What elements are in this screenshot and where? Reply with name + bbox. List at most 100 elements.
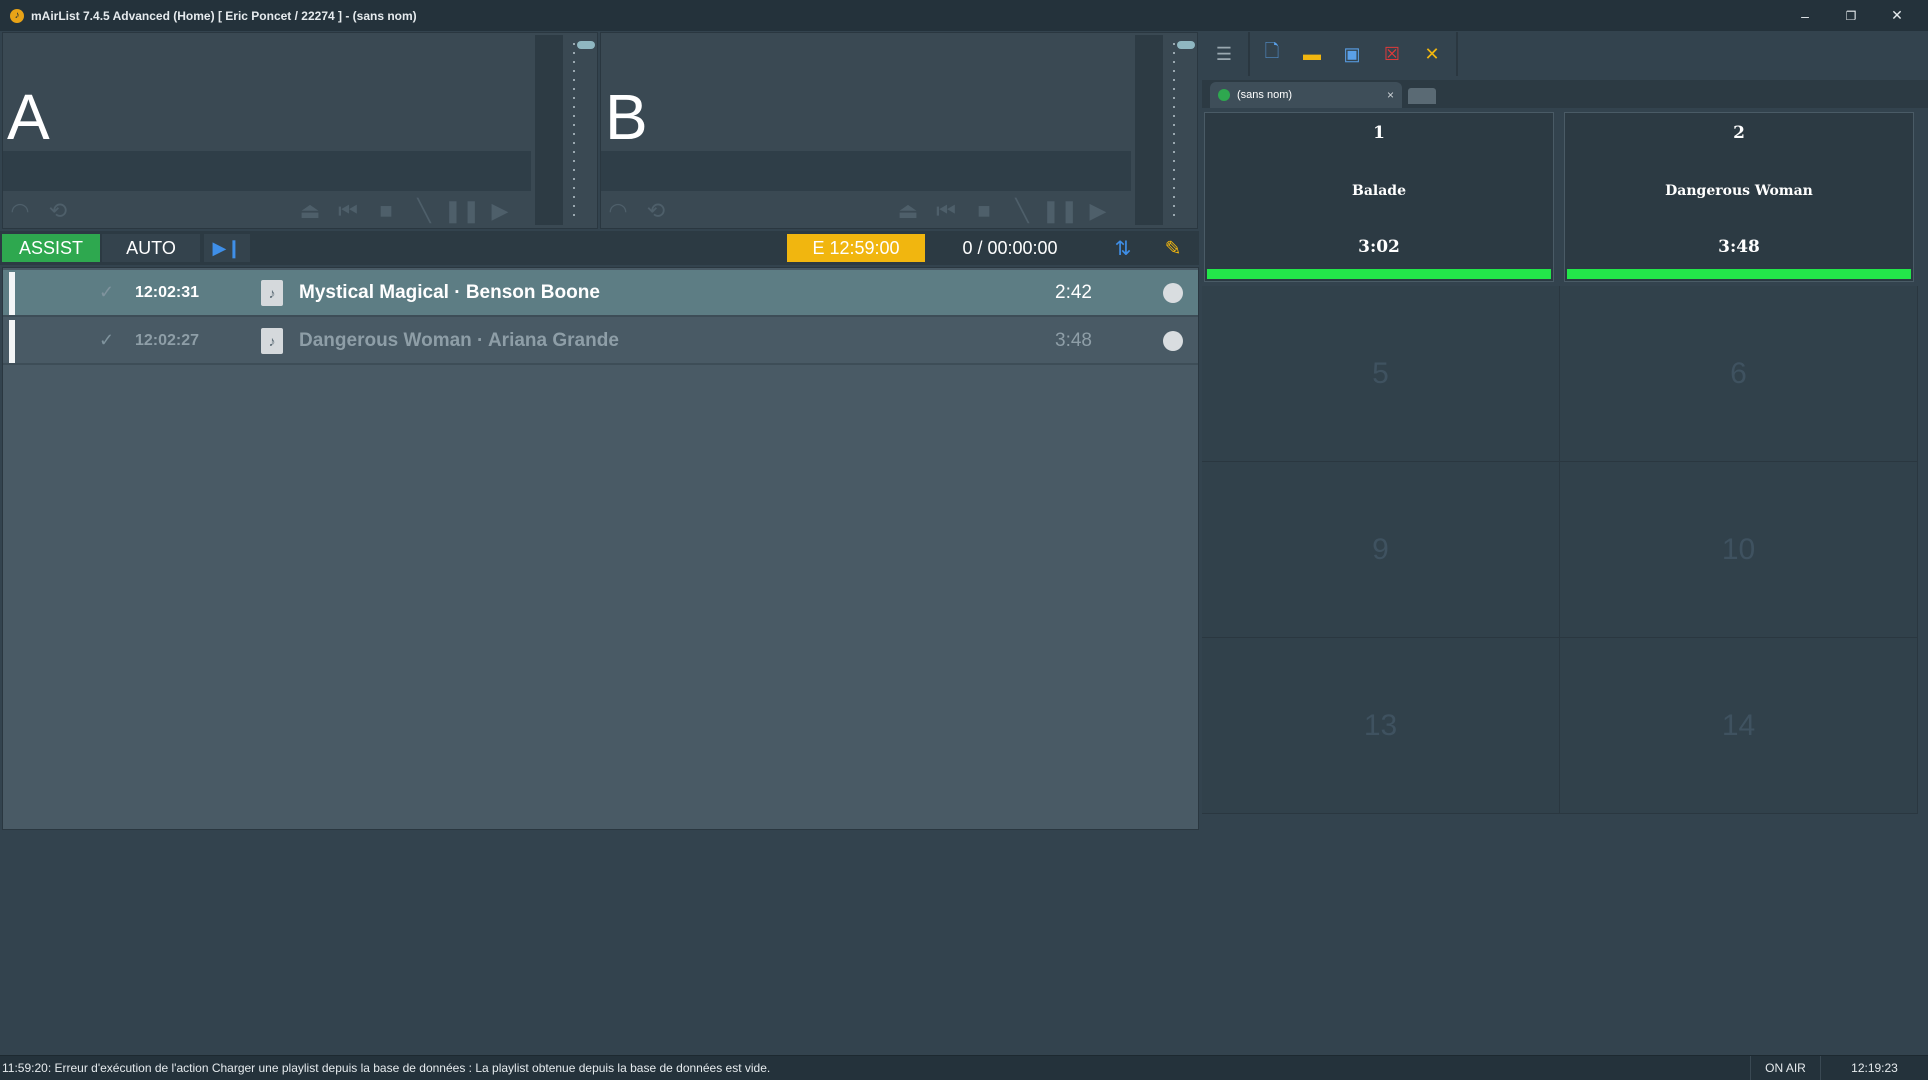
row-title: Mystical Magical · Benson Boone <box>299 281 600 303</box>
close-file-icon[interactable]: ☒ <box>1374 37 1410 71</box>
volume-scale <box>1173 43 1175 218</box>
status-message: 11:59:20: Erreur d'exécution de l'action… <box>2 1061 771 1075</box>
eject-icon[interactable]: ⏏ <box>293 195 327 227</box>
fade-out-icon[interactable]: ╲ <box>407 195 441 227</box>
cart-number: 1 <box>1373 123 1385 143</box>
new-file-icon[interactable]: 🗋 <box>1254 37 1290 71</box>
row-duration: 3:48 <box>1055 329 1092 351</box>
player-a: A ◠ ⟲ ⏏ ⏮ ■ ╲ ❚❚ ▶ <box>2 32 598 229</box>
row-marker <box>9 272 15 315</box>
slot-number: 14 <box>1721 708 1756 742</box>
settings-tools-icon[interactable]: ✕ <box>1414 37 1450 71</box>
player-b: B ◠ ⟲ ⏏ ⏮ ■ ╲ ❚❚ ▶ <box>600 32 1198 229</box>
slot-number: 6 <box>1730 356 1747 390</box>
new-tab-button[interactable] <box>1408 88 1436 104</box>
toolbar-divider <box>1248 32 1250 76</box>
volume-slider[interactable] <box>577 41 595 49</box>
menu-icon[interactable]: ☰ <box>1206 37 1242 71</box>
cartwall-toolbar: ☰ 🗋 ▬ ▣ ☒ ✕ <box>1202 32 1928 76</box>
row-state-dot[interactable] <box>1163 330 1183 351</box>
end-time-display[interactable]: E 12:59:00 <box>787 234 925 262</box>
slot-number: 13 <box>1363 708 1398 742</box>
row-marker <box>9 320 15 363</box>
audio-file-icon: ♪ <box>261 279 283 306</box>
cart-slot-empty[interactable]: 5 <box>1202 286 1560 462</box>
tab-close-icon[interactable]: × <box>1387 88 1394 102</box>
cart-slot-empty[interactable]: 14 <box>1560 638 1918 814</box>
status-dot-icon <box>1218 89 1230 101</box>
row-state-dot[interactable] <box>1163 282 1183 303</box>
status-bar: 11:59:20: Erreur d'exécution de l'action… <box>0 1055 1928 1080</box>
pause-icon[interactable]: ❚❚ <box>444 195 481 227</box>
loop-icon[interactable]: ⟲ <box>41 195 75 227</box>
player-title-bar <box>3 151 531 191</box>
volume-meter <box>1135 35 1163 225</box>
open-folder-icon[interactable]: ▬ <box>1294 37 1330 71</box>
minimize-button[interactable]: – <box>1782 0 1828 31</box>
edit-pencil-icon[interactable]: ✎ <box>1150 234 1196 262</box>
status-clock: 12:19:23 <box>1820 1055 1928 1080</box>
fade-icon[interactable]: ◠ <box>601 195 635 227</box>
title-bar: ♪ mAirList 7.4.5 Advanced (Home) [ Eric … <box>0 0 1928 31</box>
player-letter: A <box>7 81 50 153</box>
playlist-control-bar: ASSIST AUTO ▶❙ E 12:59:00 0 / 00:00:00 ⇅… <box>0 231 1199 265</box>
row-start-time: 12:02:31 <box>135 283 200 301</box>
fade-icon[interactable]: ◠ <box>3 195 37 227</box>
slot-number: 9 <box>1372 532 1389 566</box>
cart-title: Dangerous Woman <box>1665 183 1813 199</box>
playlist-row[interactable]: ✓ 12:02:27 ♪ Dangerous Woman · Ariana Gr… <box>3 318 1198 365</box>
cart-player-1[interactable]: 1 Balade 3:02 <box>1204 112 1554 282</box>
play-icon[interactable]: ▶ <box>483 195 517 227</box>
player-controls: ◠ ⟲ ⏏ ⏮ ■ ╲ ❚❚ ▶ <box>601 193 1119 229</box>
slot-number: 5 <box>1372 356 1389 390</box>
volume-meter <box>535 35 563 225</box>
cart-title: Balade <box>1352 183 1406 199</box>
check-icon: ✓ <box>99 282 115 302</box>
playlist[interactable]: ✓ 12:02:31 ♪ Mystical Magical · Benson B… <box>2 267 1199 830</box>
audio-file-icon: ♪ <box>261 327 283 354</box>
onair-indicator: ON AIR <box>1750 1055 1820 1080</box>
cartwall-tabs: (sans nom) × <box>1202 80 1928 108</box>
cart-slot-empty[interactable]: 9 <box>1202 462 1560 638</box>
cart-player-2[interactable]: 2 Dangerous Woman 3:48 <box>1564 112 1914 282</box>
save-icon[interactable]: ▣ <box>1334 37 1370 71</box>
playlist-row[interactable]: ✓ 12:02:31 ♪ Mystical Magical · Benson B… <box>3 270 1198 317</box>
restore-button[interactable]: ❐ <box>1828 0 1874 31</box>
skip-next-icon[interactable]: ▶❙ <box>204 234 250 262</box>
rewind-icon[interactable]: ⏮ <box>331 195 365 227</box>
cart-progress-bar <box>1207 269 1551 279</box>
fade-out-icon[interactable]: ╲ <box>1005 195 1039 227</box>
player-controls: ◠ ⟲ ⏏ ⏮ ■ ╲ ❚❚ ▶ <box>3 193 521 229</box>
assist-button[interactable]: ASSIST <box>2 234 100 262</box>
sort-icon[interactable]: ⇅ <box>1100 234 1146 262</box>
row-title: Dangerous Woman · Ariana Grande <box>299 329 619 351</box>
play-icon[interactable]: ▶ <box>1081 195 1115 227</box>
tab-sans-nom[interactable]: (sans nom) × <box>1210 82 1402 108</box>
player-letter: B <box>605 81 648 153</box>
tab-label: (sans nom) <box>1237 89 1293 101</box>
stop-icon[interactable]: ■ <box>369 195 403 227</box>
cart-slot-empty[interactable]: 6 <box>1560 286 1918 462</box>
volume-slider[interactable] <box>1177 41 1195 49</box>
cart-slot-empty[interactable]: 10 <box>1560 462 1918 638</box>
cart-number: 2 <box>1733 123 1745 143</box>
volume-scale <box>573 43 575 218</box>
cart-progress-bar <box>1567 269 1911 279</box>
eject-icon[interactable]: ⏏ <box>891 195 925 227</box>
stop-icon[interactable]: ■ <box>967 195 1001 227</box>
window-title: mAirList 7.4.5 Advanced (Home) [ Eric Po… <box>31 8 417 23</box>
close-button[interactable]: ✕ <box>1874 0 1920 31</box>
loop-icon[interactable]: ⟲ <box>639 195 673 227</box>
app-logo-icon: ♪ <box>10 8 24 23</box>
cartwall-grid: 1 Balade 3:02 2 Dangerous Woman 3:48 5 6… <box>1202 110 1922 814</box>
cart-duration: 3:02 <box>1358 237 1400 257</box>
playlist-count-duration: 0 / 00:00:00 <box>962 237 1058 258</box>
toolbar-divider <box>1456 32 1458 76</box>
rewind-icon[interactable]: ⏮ <box>929 195 963 227</box>
slot-number: 10 <box>1721 532 1756 566</box>
row-duration: 2:42 <box>1055 281 1092 303</box>
pause-icon[interactable]: ❚❚ <box>1042 195 1079 227</box>
auto-button[interactable]: AUTO <box>102 234 200 262</box>
cart-duration: 3:48 <box>1718 237 1760 257</box>
cart-slot-empty[interactable]: 13 <box>1202 638 1560 814</box>
